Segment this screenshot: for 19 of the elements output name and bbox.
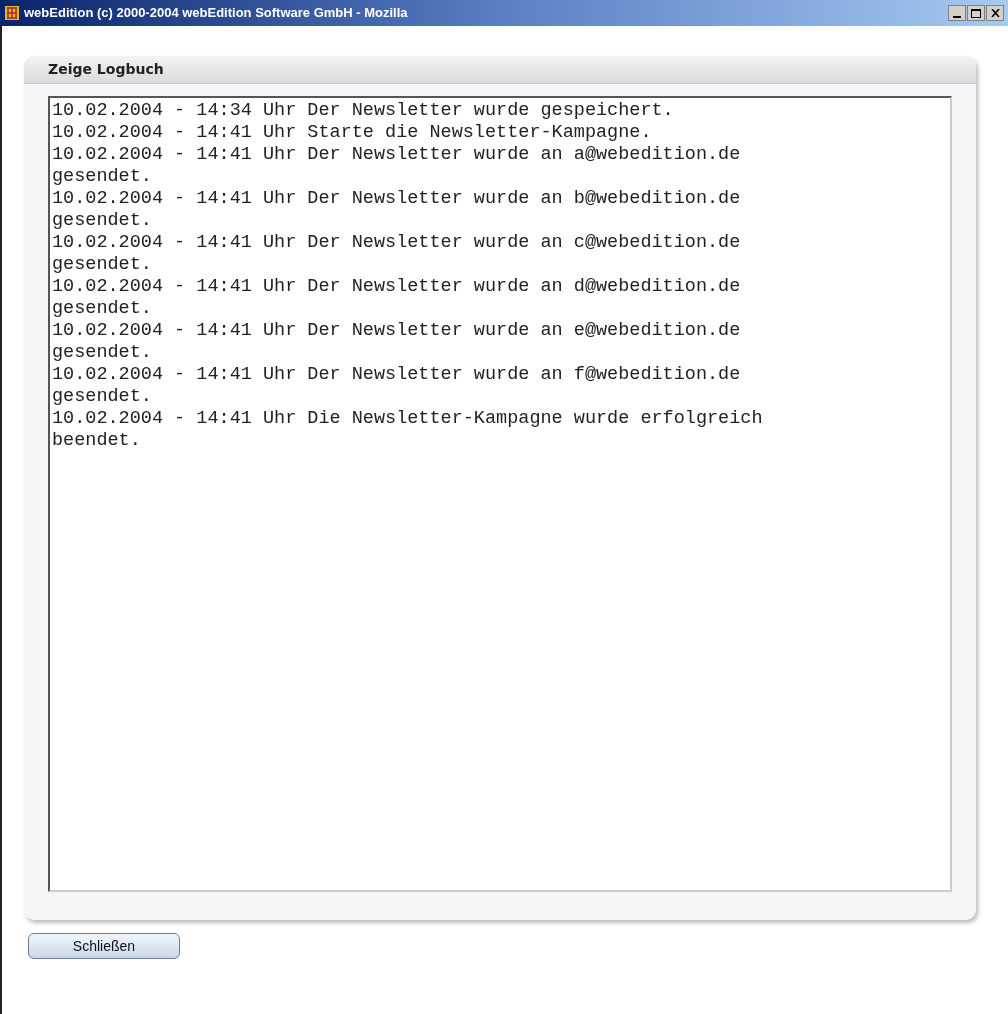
log-entry: 10.02.2004 - 14:41 Uhr Die Newsletter-Kampagne wurde erfolgreich beendet. — [52, 408, 764, 452]
panel-title: Zeige Logbuch — [48, 60, 164, 79]
log-entry: 10.02.2004 - 14:41 Uhr Der Newsletter wurde an e@webedition.de gesendet. — [52, 320, 742, 364]
maximize-button[interactable] — [967, 5, 985, 21]
window-title: webEdition (c) 2000-2004 webEdition Software GmbH - Mozilla — [24, 4, 409, 23]
log-entry: 10.02.2004 - 14:41 Uhr Der Newsletter wurde an c@webedition.de gesendet. — [52, 232, 742, 276]
log-entry: 10.02.2004 - 14:41 Uhr Der Newsletter wurde an a@webedition.de gesendet. — [52, 144, 742, 188]
minimize-icon — [953, 16, 961, 18]
log-entry: 10.02.2004 - 14:41 Uhr Starte die Newsletter-Kampagne. — [52, 122, 653, 144]
close-icon — [990, 9, 1000, 17]
app-icon — [4, 5, 20, 21]
log-entry: 10.02.2004 - 14:34 Uhr Der Newsletter wurde gespeichert. — [52, 100, 675, 122]
maximize-icon — [971, 8, 981, 18]
log-entry: 10.02.2004 - 14:41 Uhr Der Newsletter wurde an d@webedition.de gesendet. — [52, 276, 742, 320]
log-entry: 10.02.2004 - 14:41 Uhr Der Newsletter wurde an b@webedition.de gesendet. — [52, 188, 742, 232]
minimize-button[interactable] — [948, 5, 966, 21]
log-entry: 10.02.2004 - 14:41 Uhr Der Newsletter wurde an f@webedition.de gesendet. — [52, 364, 742, 408]
close-button[interactable] — [986, 5, 1004, 21]
close-dialog-button[interactable]: Schließen — [28, 933, 180, 959]
